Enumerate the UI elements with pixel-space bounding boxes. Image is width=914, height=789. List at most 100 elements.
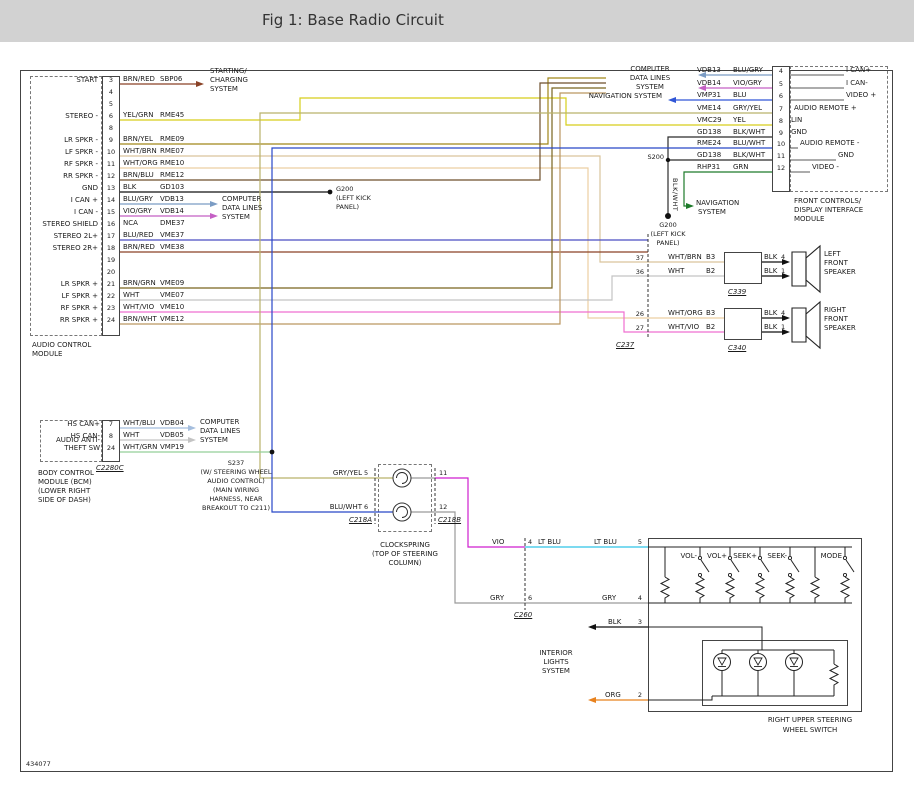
fcdim-pin-name: GND	[791, 128, 807, 137]
wire-color-label: ORG	[605, 691, 621, 700]
left-speaker-connector-box	[724, 252, 762, 284]
switch-pin-number: 3	[630, 618, 642, 626]
fcdim-module-name: MODULE	[794, 215, 824, 224]
acm-pin-name: I CAN -	[30, 208, 98, 217]
terminal-label: B2	[706, 267, 715, 276]
wire-color-label: WHT	[123, 431, 139, 440]
system-ref: DATA LINES	[200, 427, 240, 436]
wire-circuit-label: VDB05	[160, 431, 184, 440]
switch-button-label: MODE	[814, 552, 842, 561]
acm-pin-number: 3	[102, 76, 120, 84]
acm-pin-name: RR SPKR +	[30, 316, 98, 325]
fcdim-pin-name: I CAN-	[846, 79, 868, 88]
figure-title-bar: Fig 1: Base Radio Circuit	[0, 0, 914, 42]
fcdim-module-name: DISPLAY INTERFACE	[794, 206, 863, 215]
acm-pin-name: STEREO SHIELD	[30, 220, 98, 229]
acm-pin-name: I CAN +	[30, 196, 98, 205]
clockspring-box	[378, 464, 432, 532]
wire-color-label: WHT/VIO	[123, 303, 154, 312]
connector-pin-number: 4	[528, 538, 532, 546]
fcdim-pin-name: LIN	[791, 116, 802, 125]
switch-button-label: SEEK-	[759, 552, 787, 561]
wire-circuit-label: VME10	[160, 303, 184, 312]
system-ref: DATA LINES	[608, 74, 692, 83]
speaker-pin-number: 1	[781, 323, 785, 331]
system-ref: COMPUTER	[222, 195, 261, 204]
bcm-pin-name: HS CAN+	[42, 420, 100, 429]
speaker-name: FRONT	[824, 315, 848, 324]
wire-color-label: BRN/RED	[123, 243, 155, 252]
fcdim-pin-number: 8	[772, 117, 790, 125]
wire-color-label: BLK	[123, 183, 136, 192]
wire-color-label: BLK	[764, 253, 777, 262]
switch-illumination-box	[702, 640, 848, 706]
right-speaker-connector-box	[724, 308, 762, 340]
wire-circuit-label: GD138	[697, 151, 721, 160]
wire-circuit-label: RME24	[697, 139, 721, 148]
wire-circuit-label: RME45	[160, 111, 184, 120]
acm-pin-number: 20	[102, 268, 120, 276]
system-ref: STARTING/	[210, 67, 247, 76]
wire-circuit-label: RME07	[160, 147, 184, 156]
acm-pin-number: 4	[102, 88, 120, 96]
splice-note: AUDIO CONTROL)	[178, 477, 294, 485]
connector-pin-number: 27	[628, 324, 644, 332]
wire-circuit-label: DME37	[160, 219, 185, 228]
fcdim-pin-name: VIDEO +	[846, 91, 876, 100]
wire-circuit-label: GD138	[697, 128, 721, 137]
clockspring-name: (TOP OF STEERING	[352, 550, 458, 559]
wire-color-label: BLU/GRY	[123, 195, 153, 204]
bcm-module-name: (LOWER RIGHT	[38, 487, 90, 496]
clockspring-name: CLOCKSPRING	[352, 541, 458, 550]
wire-color-label: BLU/RED	[123, 231, 154, 240]
wire-color-label: GRY	[490, 594, 504, 603]
wire-color-label: WHT/BRN	[123, 147, 157, 156]
fcdim-pin-number: 5	[772, 80, 790, 88]
acm-pin-name: START	[30, 76, 98, 85]
system-ref: NAVIGATION	[696, 199, 739, 208]
acm-pin-number: 11	[102, 160, 120, 168]
wire-color-label: GRN	[733, 163, 749, 172]
acm-pin-name: STEREO 2R+	[30, 244, 98, 253]
wire-color-label: WHT/BLU	[123, 419, 155, 428]
connector-pin-number: 36	[628, 268, 644, 276]
acm-module-name: AUDIO CONTROL	[32, 341, 91, 350]
ground-label: (LEFT KICK	[336, 194, 371, 202]
wire-circuit-label: VDB04	[160, 419, 184, 428]
switch-pin-number: 4	[630, 594, 642, 602]
wire-color-label: BRN/YEL	[123, 135, 153, 144]
acm-pin-number: 13	[102, 184, 120, 192]
terminal-label: B2	[706, 323, 715, 332]
ground-label: G200	[336, 185, 353, 193]
acm-pin-name: LR SPKR -	[30, 136, 98, 145]
system-ref: SYSTEM	[608, 83, 692, 92]
acm-pin-number: 23	[102, 304, 120, 312]
acm-pin-number: 17	[102, 232, 120, 240]
wire-color-label: BLK	[764, 309, 777, 318]
wire-color-label: BLU/WHT	[733, 139, 765, 148]
acm-module-name: MODULE	[32, 350, 62, 359]
wire-color-label: VIO	[492, 538, 504, 547]
wire-color-label: BLK/WHT	[733, 128, 765, 137]
acm-pin-name: LF SPKR +	[30, 292, 98, 301]
speaker-pin-number: 1	[781, 267, 785, 275]
fcdim-pin-number: 9	[772, 129, 790, 137]
splice-note: (W/ STEERING WHEEL	[178, 468, 294, 476]
bcm-pin-number: 7	[102, 420, 120, 428]
speaker-name: RIGHT	[824, 306, 846, 315]
speaker-name: SPEAKER	[824, 268, 856, 277]
wire-color-label: NCA	[123, 219, 138, 228]
wiring-diagram-page: Fig 1: Base Radio Circuit START 3 BRN/RED S…	[0, 0, 914, 789]
bcm-module-name: SIDE OF DASH)	[38, 496, 91, 505]
speaker-pin-number: 4	[781, 253, 785, 261]
wire-color-label: WHT/BRN	[668, 253, 702, 262]
wire-circuit-label: RME12	[160, 171, 184, 180]
system-ref: LIGHTS	[526, 658, 586, 667]
wire-color-label: LT BLU	[594, 538, 617, 547]
wire-color-label: WHT	[123, 291, 139, 300]
splice-id: S200	[642, 153, 664, 161]
bcm-pin-number: 8	[102, 432, 120, 440]
wire-color-label: GRY/YEL	[733, 104, 762, 113]
acm-pin-number: 24	[102, 316, 120, 324]
wire-color-label: BLU/GRY	[733, 66, 763, 75]
